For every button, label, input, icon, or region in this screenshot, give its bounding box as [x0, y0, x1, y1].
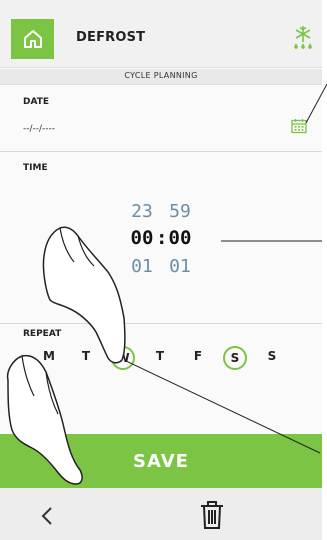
- snowflake-drop-icon[interactable]: [290, 24, 316, 50]
- day-sunday[interactable]: S: [260, 346, 284, 370]
- day-wednesday[interactable]: W: [111, 346, 135, 370]
- date-field[interactable]: --/--/----: [23, 124, 55, 134]
- time-previous-row[interactable]: 23 59: [0, 201, 322, 222]
- next-hour: 01: [131, 256, 153, 277]
- screen: DEFROST CYCLE PLANNING DATE --/--/---- T…: [0, 0, 322, 540]
- day-tuesday[interactable]: T: [74, 346, 98, 370]
- time-separator: :: [156, 227, 168, 249]
- day-thursday[interactable]: T: [148, 346, 172, 370]
- repeat-label: REPEAT: [23, 329, 62, 339]
- day-friday[interactable]: F: [186, 346, 210, 370]
- date-section: DATE --/--/----: [0, 86, 322, 152]
- subtitle: CYCLE PLANNING: [124, 71, 198, 80]
- day-saturday[interactable]: S: [223, 346, 247, 370]
- time-current-row[interactable]: 00:00: [0, 227, 322, 249]
- prev-hour: 23: [131, 201, 153, 222]
- bottom-bar: [0, 488, 322, 540]
- home-button[interactable]: [11, 19, 54, 59]
- chevron-left-icon[interactable]: [36, 504, 60, 528]
- trash-icon[interactable]: [199, 500, 225, 530]
- save-button[interactable]: SAVE: [0, 434, 322, 488]
- current-minute[interactable]: 00: [166, 227, 194, 249]
- day-selector: M T W T F S S: [0, 346, 322, 374]
- header: DEFROST: [0, 0, 322, 68]
- time-next-row[interactable]: 01 01: [0, 256, 322, 277]
- day-monday[interactable]: M: [37, 346, 61, 370]
- date-label: DATE: [23, 97, 50, 107]
- current-hour[interactable]: 00: [128, 227, 156, 249]
- time-section: TIME 23 59 00:00 01 01: [0, 152, 322, 324]
- page-title: DEFROST: [76, 30, 146, 45]
- prev-minute: 59: [169, 201, 191, 222]
- repeat-section: REPEAT M T W T F S S: [0, 324, 322, 434]
- subheader: CYCLE PLANNING: [0, 69, 322, 85]
- calendar-icon[interactable]: [291, 118, 307, 134]
- time-label: TIME: [23, 163, 48, 173]
- next-minute: 01: [169, 256, 191, 277]
- home-icon: [23, 30, 42, 48]
